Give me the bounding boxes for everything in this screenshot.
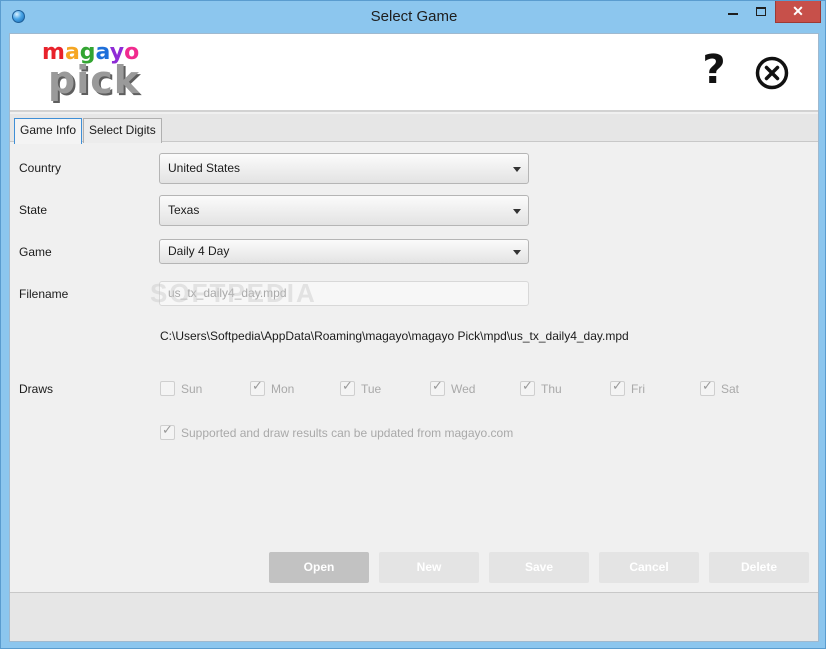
day-label-tue: Tue bbox=[361, 382, 382, 396]
cancel-button[interactable]: Cancel bbox=[599, 552, 699, 583]
header-banner: magayo pick ? bbox=[10, 34, 818, 112]
state-dropdown[interactable]: Texas bbox=[159, 195, 529, 226]
checkbox-thu[interactable] bbox=[520, 379, 535, 396]
close-icon: ✕ bbox=[792, 3, 804, 19]
save-button[interactable]: Save bbox=[489, 552, 589, 583]
filename-label: Filename bbox=[19, 287, 69, 301]
chevron-down-icon bbox=[513, 167, 521, 172]
game-value: Daily 4 Day bbox=[168, 244, 230, 258]
magayo-pick-logo: magayo pick bbox=[38, 40, 148, 102]
client-area: magayo pick ? Game Info Select Digits Co… bbox=[9, 33, 819, 642]
file-path: C:\Users\Softpedia\AppData\Roaming\magay… bbox=[160, 329, 629, 343]
delete-button[interactable]: Delete bbox=[709, 552, 809, 583]
game-label: Game bbox=[19, 245, 52, 259]
checkbox-sun[interactable] bbox=[160, 381, 175, 396]
status-bar bbox=[10, 592, 818, 641]
window-title: Select Game bbox=[370, 8, 458, 25]
checkbox-mon[interactable] bbox=[250, 379, 265, 396]
logo-text-pick: pick bbox=[48, 58, 141, 102]
tab-select-digits[interactable]: Select Digits bbox=[83, 118, 162, 143]
country-value: United States bbox=[168, 161, 241, 175]
game-dropdown[interactable]: Daily 4 Day bbox=[159, 239, 529, 264]
minimize-icon bbox=[728, 12, 738, 15]
day-label-sat: Sat bbox=[721, 382, 740, 396]
title-bar[interactable]: Select Game ✕ bbox=[1, 1, 826, 33]
day-label-fri: Fri bbox=[631, 382, 645, 396]
tab-game-info[interactable]: Game Info bbox=[14, 118, 83, 144]
checkbox-tue[interactable] bbox=[340, 379, 355, 396]
country-label: Country bbox=[19, 161, 62, 175]
day-label-thu: Thu bbox=[541, 382, 562, 396]
day-label-sun: Sun bbox=[181, 382, 203, 396]
state-value: Texas bbox=[168, 203, 200, 217]
close-window-button[interactable]: ✕ bbox=[775, 1, 821, 23]
checkbox-sat[interactable] bbox=[700, 379, 715, 396]
maximize-button[interactable] bbox=[747, 1, 775, 23]
checkbox-wed[interactable] bbox=[430, 379, 445, 396]
draws-label: Draws bbox=[19, 382, 54, 396]
close-circle-icon[interactable] bbox=[755, 56, 789, 90]
maximize-icon bbox=[756, 7, 766, 17]
chevron-down-icon bbox=[513, 209, 521, 214]
day-label-wed: Wed bbox=[451, 382, 476, 396]
state-label: State bbox=[19, 203, 48, 217]
help-icon[interactable]: ? bbox=[694, 48, 734, 92]
supported-label: Supported and draw results can be update… bbox=[181, 426, 514, 440]
new-button[interactable]: New bbox=[379, 552, 479, 583]
open-button[interactable]: Open bbox=[269, 552, 369, 583]
supported-checkbox[interactable] bbox=[160, 423, 175, 440]
minimize-button[interactable] bbox=[719, 1, 747, 23]
tab-strip: Game Info Select Digits bbox=[10, 114, 818, 144]
country-dropdown[interactable]: United States bbox=[159, 153, 529, 184]
filename-field[interactable]: us_tx_daily4_day.mpd bbox=[159, 281, 529, 306]
day-label-mon: Mon bbox=[271, 382, 295, 396]
checkbox-fri[interactable] bbox=[610, 379, 625, 396]
app-window: Select Game ✕ magayo pick ? Game Info Se… bbox=[0, 0, 826, 649]
chevron-down-icon bbox=[513, 250, 521, 255]
